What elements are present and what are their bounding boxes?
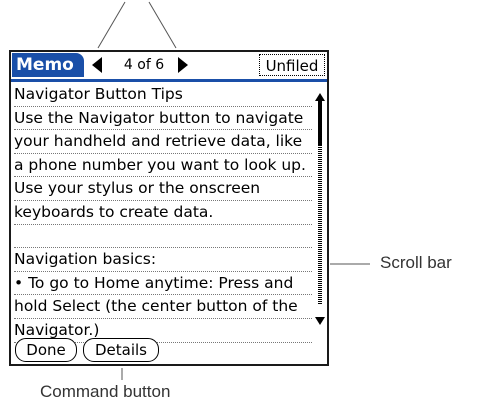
memo-line: your handheld and retrieve data, like xyxy=(14,130,312,154)
scroll-bar-caption: Scroll bar xyxy=(380,253,452,272)
record-counter: 4 of 6 xyxy=(123,57,165,73)
memo-text-area[interactable]: Navigator Button Tips Use the Navigator … xyxy=(14,83,312,343)
details-button[interactable]: Details xyxy=(83,338,159,362)
memo-line: Navigator Button Tips xyxy=(14,83,312,107)
memo-line: • To go to Home anytime: Press and xyxy=(14,272,312,296)
memo-line xyxy=(14,225,312,249)
memo-line: keyboards to create data. xyxy=(14,201,312,225)
callout-line-right xyxy=(148,1,177,49)
handheld-screen: Memo 4 of 6 Unfiled Navigator Button Tip… xyxy=(9,50,329,366)
triangle-left-icon xyxy=(92,57,102,73)
triangle-right-icon xyxy=(178,57,188,73)
scroll-thumb[interactable] xyxy=(318,98,322,146)
previous-record-button[interactable] xyxy=(89,55,105,75)
memo-line: hold Select (the center button of the xyxy=(14,295,312,319)
scroll-up-button[interactable] xyxy=(315,86,325,101)
memo-line: Use your stylus or the onscreen xyxy=(14,177,312,201)
memo-line: Use the Navigator button to navigate xyxy=(14,107,312,131)
command-button-caption: Command button xyxy=(40,382,171,401)
done-button[interactable]: Done xyxy=(15,338,77,362)
memo-line: Navigation basics: xyxy=(14,248,312,272)
next-record-button[interactable] xyxy=(175,55,191,75)
scroll-down-button[interactable] xyxy=(315,310,325,325)
scroll-down-arrow-icon xyxy=(315,317,325,325)
category-picker[interactable]: Unfiled xyxy=(259,54,325,76)
callout-line-left xyxy=(97,1,126,49)
title-bar: Memo 4 of 6 Unfiled xyxy=(11,52,327,82)
memo-line: a phone number you want to look up. xyxy=(14,154,312,178)
app-title[interactable]: Memo xyxy=(12,53,84,77)
scroll-bar[interactable] xyxy=(315,86,325,325)
